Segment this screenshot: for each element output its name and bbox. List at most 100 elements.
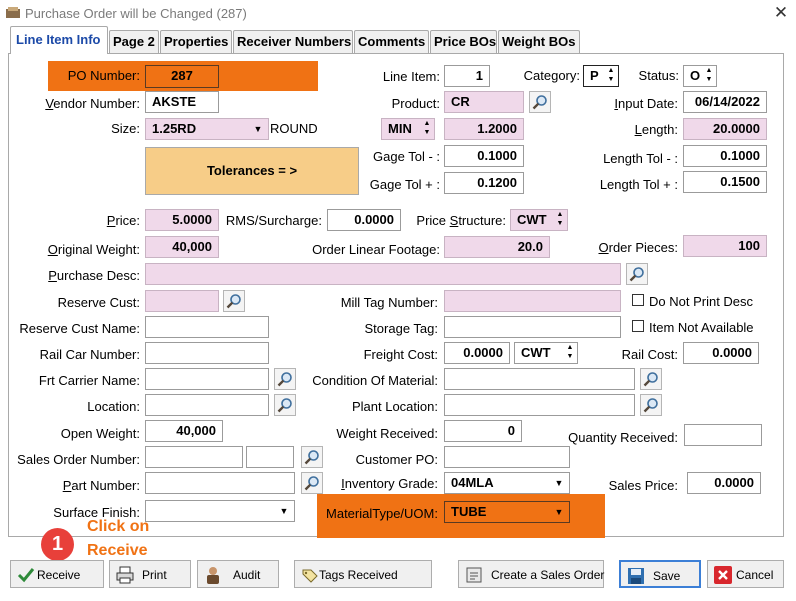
rms-field[interactable]: 0.0000 bbox=[327, 209, 401, 231]
tab-line-item-info[interactable]: Line Item Info bbox=[10, 26, 108, 54]
vendor-number-label: Vendor Number: bbox=[45, 96, 140, 111]
print-button[interactable]: Print bbox=[109, 560, 191, 588]
weight-received-field[interactable]: 0 bbox=[444, 420, 522, 442]
reserve-cust-field[interactable] bbox=[145, 290, 219, 312]
search-icon[interactable] bbox=[626, 263, 648, 285]
frt-carrier-label: Frt Carrier Name: bbox=[38, 373, 140, 388]
purchase-desc-field[interactable] bbox=[145, 263, 621, 285]
freight-cost-field[interactable]: 0.0000 bbox=[444, 342, 510, 364]
vendor-number-field[interactable]: AKSTE bbox=[145, 91, 219, 113]
search-icon[interactable] bbox=[640, 368, 662, 390]
tab-properties[interactable]: Properties bbox=[160, 30, 232, 53]
sales-order-field[interactable] bbox=[145, 446, 243, 468]
search-icon[interactable] bbox=[301, 446, 323, 468]
chevron-down-icon: ▼ bbox=[253, 124, 263, 134]
frt-carrier-field[interactable] bbox=[145, 368, 269, 390]
condition-label: Condition Of Material: bbox=[312, 373, 438, 388]
close-icon[interactable]: ✕ bbox=[772, 2, 790, 24]
status-spinner[interactable]: O ▲ ▼ bbox=[683, 65, 717, 87]
material-type-value: TUBE bbox=[451, 504, 487, 519]
location-label: Location: bbox=[87, 399, 140, 414]
inventory-grade-select[interactable]: 04MLA ▼ bbox=[444, 472, 570, 494]
reserve-cust-name-label: Reserve Cust Name: bbox=[19, 321, 140, 336]
auditor-icon bbox=[207, 567, 219, 584]
sales-price-field[interactable]: 0.0000 bbox=[687, 472, 761, 494]
tab-comments[interactable]: Comments bbox=[354, 30, 429, 53]
part-number-field[interactable] bbox=[145, 472, 295, 494]
quantity-received-field[interactable] bbox=[684, 424, 762, 446]
product-label: Product: bbox=[391, 96, 440, 111]
price-field[interactable]: 5.0000 bbox=[145, 209, 219, 231]
rail-car-field[interactable] bbox=[145, 342, 269, 364]
tab-page-2[interactable]: Page 2 bbox=[109, 30, 159, 53]
customer-po-field[interactable] bbox=[444, 446, 570, 468]
item-not-available-label: Item Not Available bbox=[649, 320, 754, 335]
product-field[interactable]: CR bbox=[444, 91, 524, 113]
length-field[interactable]: 20.0000 bbox=[683, 118, 767, 140]
po-number-field[interactable]: 287 bbox=[145, 65, 219, 88]
condition-field[interactable] bbox=[444, 368, 635, 390]
item-not-available-checkbox[interactable] bbox=[632, 320, 644, 332]
rail-cost-field[interactable]: 0.0000 bbox=[683, 342, 759, 364]
reserve-cust-name-field[interactable] bbox=[145, 316, 269, 338]
sales-order-icon bbox=[466, 567, 482, 583]
receive-button[interactable]: Receive bbox=[10, 560, 104, 588]
spinner-arrows-icon[interactable]: ▲ ▼ bbox=[702, 66, 716, 86]
tolerances-button[interactable]: Tolerances = > bbox=[145, 147, 359, 195]
chevron-down-icon: ▼ bbox=[554, 507, 564, 517]
gage-tol-minus-field[interactable]: 0.1000 bbox=[444, 145, 524, 167]
category-value: P bbox=[590, 68, 599, 83]
chevron-down-icon: ▼ bbox=[279, 506, 289, 516]
spinner-arrows-icon[interactable]: ▲ ▼ bbox=[420, 119, 434, 139]
app-icon bbox=[6, 7, 20, 18]
surface-finish-select[interactable]: ▼ bbox=[145, 500, 295, 522]
tab-receiver-numbers[interactable]: Receiver Numbers bbox=[233, 30, 353, 53]
length-tol-plus-label: Length Tol + : bbox=[599, 177, 678, 192]
location-field[interactable] bbox=[145, 394, 269, 416]
original-weight-field[interactable]: 40,000 bbox=[145, 236, 219, 258]
length-tol-minus-field[interactable]: 0.1000 bbox=[683, 145, 767, 167]
spinner-arrows-icon[interactable]: ▲ ▼ bbox=[563, 343, 577, 363]
size-label: Size: bbox=[111, 121, 140, 136]
search-icon[interactable] bbox=[274, 368, 296, 390]
audit-button[interactable]: Audit bbox=[197, 560, 279, 588]
size-select[interactable]: 1.25RD ▼ bbox=[145, 118, 269, 140]
search-icon[interactable] bbox=[274, 394, 296, 416]
create-sales-order-button[interactable]: Create a Sales Order bbox=[458, 560, 604, 588]
spinner-arrows-icon[interactable]: ▲ ▼ bbox=[553, 210, 567, 230]
gage-field[interactable]: 1.2000 bbox=[444, 118, 524, 140]
search-icon[interactable] bbox=[640, 394, 662, 416]
tab-price-bos[interactable]: Price BOs bbox=[430, 30, 497, 53]
weight-received-label: Weight Received: bbox=[336, 426, 438, 441]
cancel-button[interactable]: Cancel bbox=[707, 560, 784, 588]
open-weight-field[interactable]: 40,000 bbox=[145, 420, 223, 442]
line-item-field[interactable]: 1 bbox=[444, 65, 490, 87]
freight-unit-spinner[interactable]: CWT ▲ ▼ bbox=[514, 342, 578, 364]
price-structure-spinner[interactable]: CWT ▲ ▼ bbox=[510, 209, 568, 231]
gage-tol-plus-field[interactable]: 0.1200 bbox=[444, 172, 524, 194]
material-type-select[interactable]: TUBE ▼ bbox=[444, 501, 570, 523]
window-title: Purchase Order will be Changed (287) bbox=[25, 6, 247, 21]
plant-location-label: Plant Location: bbox=[351, 399, 438, 414]
search-icon[interactable] bbox=[529, 91, 551, 113]
spinner-arrows-icon[interactable]: ▲ ▼ bbox=[604, 66, 618, 86]
sales-order-line-field[interactable] bbox=[246, 446, 294, 468]
storage-tag-label: Storage Tag: bbox=[364, 321, 438, 336]
tags-received-button[interactable]: Tags Received bbox=[294, 560, 432, 588]
length-tol-plus-field[interactable]: 0.1500 bbox=[683, 171, 767, 193]
mill-tag-label: Mill Tag Number: bbox=[340, 295, 438, 310]
category-spinner[interactable]: P ▲ ▼ bbox=[583, 65, 619, 87]
tab-weight-bos[interactable]: Weight BOs bbox=[498, 30, 580, 53]
purchase-desc-label: Purchase Desc: bbox=[48, 268, 140, 283]
do-not-print-desc-checkbox[interactable] bbox=[632, 294, 644, 306]
price-structure-label: Price Structure: bbox=[416, 213, 506, 228]
mill-tag-field[interactable] bbox=[444, 290, 621, 312]
plant-location-field[interactable] bbox=[444, 394, 635, 416]
input-date-field[interactable]: 06/14/2022 bbox=[683, 91, 767, 113]
order-linear-footage-field[interactable]: 20.0 bbox=[444, 236, 550, 258]
order-pieces-field[interactable]: 100 bbox=[683, 235, 767, 257]
search-icon[interactable] bbox=[223, 290, 245, 312]
storage-tag-field[interactable] bbox=[444, 316, 621, 338]
unit-spinner[interactable]: MIN ▲ ▼ bbox=[381, 118, 435, 140]
save-button[interactable]: Save bbox=[619, 560, 701, 588]
